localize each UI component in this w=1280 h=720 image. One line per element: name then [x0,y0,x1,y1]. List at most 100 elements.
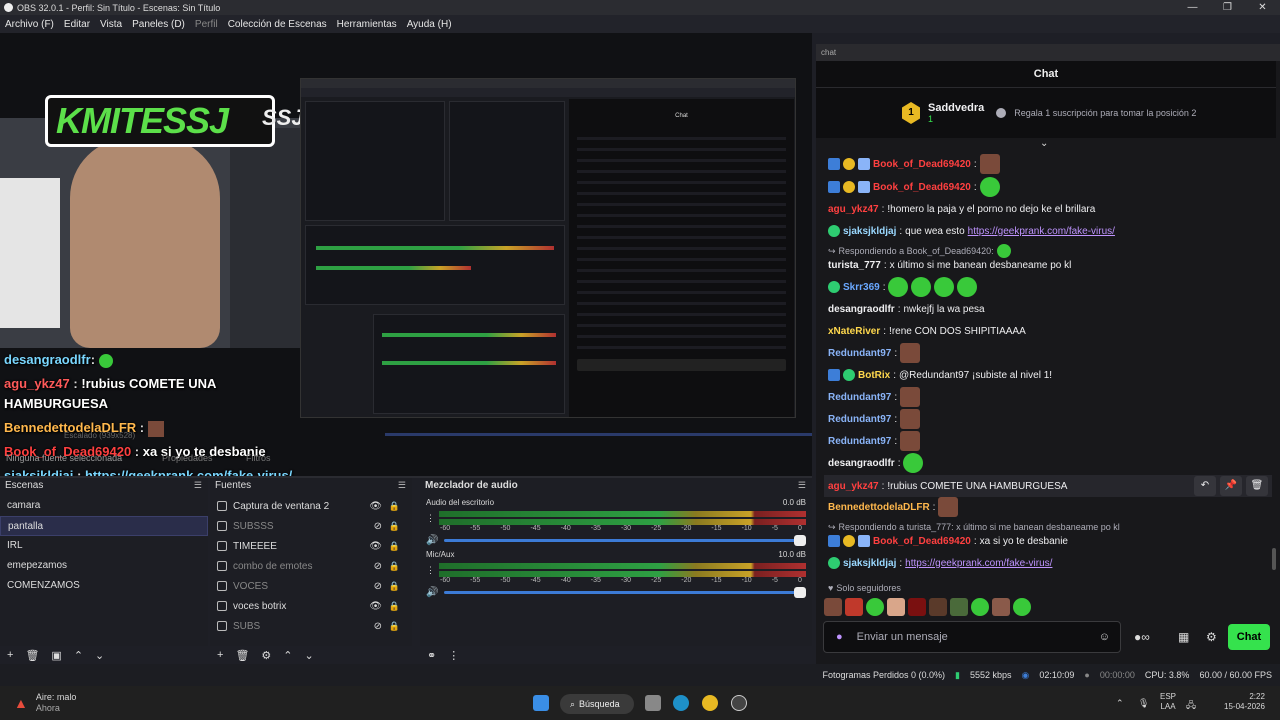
menu-paneles[interactable]: Paneles (D) [127,19,190,30]
chat-user[interactable]: xNateRiver [828,326,880,337]
add-icon[interactable]: + [7,649,13,661]
menu-herramientas[interactable]: Herramientas [332,19,402,30]
delete-icon[interactable]: 🗑 [1246,476,1268,496]
preview-canvas[interactable]: KMITESSJ SSJ Chat desangraodlfr: agu_ykz… [0,33,812,476]
chat-link[interactable]: https://geekprank.com/fake-virus/ [968,226,1115,237]
hidden-eye-icon[interactable]: ⊘ [374,581,382,592]
emote[interactable] [992,598,1010,616]
chat-message[interactable]: agu_ykz47: !homero la paja y el porno no… [828,199,1095,219]
chat-message[interactable]: Redundant97: [828,431,921,451]
close-button[interactable]: ✕ [1245,0,1280,15]
store-icon[interactable]: ▦ [1178,630,1189,644]
weather-icon[interactable]: ▲ [14,695,28,711]
chat-user[interactable]: Redundant97 [828,392,891,403]
edge-icon[interactable] [673,695,689,711]
lock-icon[interactable]: 🔒 [389,601,400,612]
chat-message[interactable]: Book_of_Dead69420: [828,154,1000,174]
chat-user[interactable]: BennedettodelaDLFR [828,502,930,513]
emote[interactable] [929,598,947,616]
dock-menu-icon[interactable]: ☰ [194,480,202,491]
chat-user[interactable]: Book_of_Dead69420 [873,182,971,193]
emoji-icon[interactable]: ☺ [1099,631,1110,643]
chat-user[interactable]: Redundant97 [828,348,891,359]
dock-menu-icon[interactable]: ☰ [398,480,406,491]
emote[interactable] [887,598,905,616]
menu-dots-icon[interactable]: ⋮ [448,649,459,662]
hidden-eye-icon[interactable]: ⊘ [374,521,382,532]
filters-button[interactable]: Filtros [246,453,271,463]
lock-icon[interactable]: 🔒 [389,621,400,632]
chat-message[interactable]: sjaksjkldjaj: que wea esto https://geekp… [828,221,1115,241]
scene-item[interactable]: IRL [0,536,208,556]
chat-message[interactable]: BennedettodelaDLFR: [828,497,959,517]
trash-icon[interactable]: 🗑 [25,649,39,662]
chat-user[interactable]: desangraodlfr [828,304,895,315]
visibility-eye-icon[interactable]: 👁 [369,601,382,612]
chat-message[interactable]: Redundant97: [828,409,921,429]
scene-item[interactable]: emepezamos [0,556,208,576]
scene-item-selected[interactable]: pantalla [0,516,208,536]
menu-ayuda[interactable]: Ayuda (H) [402,19,457,30]
weather-text[interactable]: Aire: malo [36,692,77,703]
mic-tray-icon[interactable]: 🎙 [1138,698,1149,709]
emote[interactable] [971,598,989,616]
emote[interactable] [824,598,842,616]
emote[interactable] [950,598,968,616]
language-indicator[interactable]: ESP LAA [1160,692,1176,712]
speaker-icon[interactable]: 🔊 [426,535,438,546]
chat-message[interactable]: Skrr369: [828,277,978,297]
emote[interactable] [845,598,863,616]
hidden-eye-icon[interactable]: ⊘ [374,561,382,572]
points-icon[interactable]: ●∞ [1134,630,1150,644]
lock-icon[interactable]: 🔒 [389,501,400,512]
dock-menu-icon[interactable]: ☰ [798,480,806,491]
taskbar-search[interactable]: ⌕ Búsqueda [560,694,634,714]
chat-send-button[interactable]: Chat [1228,624,1270,650]
chat-link[interactable]: https://geekprank.com/fake-virus/ [905,558,1052,569]
visibility-eye-icon[interactable]: 👁 [369,501,382,512]
source-item[interactable]: SUBS ⊘ 🔒 [210,616,412,636]
chat-message[interactable]: Book_of_Dead69420: xa si yo te desbanie [828,531,1068,551]
gift-text[interactable]: Regala 1 suscripción para tomar la posic… [1014,108,1196,118]
task-view-icon[interactable] [645,695,661,711]
mic-icon[interactable]: ● [836,631,843,643]
emote[interactable] [866,598,884,616]
menu-archivo[interactable]: Archivo (F) [0,19,59,30]
add-icon[interactable]: + [217,649,223,661]
expand-chevron-icon[interactable]: ⌄ [1040,138,1048,149]
chat-message[interactable]: Book_of_Dead69420: [828,177,1000,197]
chat-user[interactable]: Skrr369 [843,282,880,293]
gear-icon[interactable]: ⚙ [261,649,271,662]
source-item[interactable]: Captura de ventana 2 👁 🔒 [210,496,412,516]
chat-user[interactable]: agu_ykz47 [828,204,879,215]
down-icon[interactable]: ⌄ [95,649,104,662]
chat-message[interactable]: BotRix: @Redundant97 ¡subiste al nivel 1… [828,365,1052,385]
settings-gear-icon[interactable]: ⚙ [1206,630,1217,644]
menu-coleccion[interactable]: Colección de Escenas [223,19,332,30]
chat-scrollbar[interactable] [1272,548,1276,570]
up-icon[interactable]: ⌃ [283,649,292,662]
clock[interactable]: 2:22 15-04-2026 [1224,692,1265,712]
channel-menu-icon[interactable]: ⋮ [426,565,435,576]
chat-user[interactable]: turista_777 [828,260,881,271]
lock-icon[interactable]: 🔒 [389,521,400,532]
source-item[interactable]: SUBSSS ⊘ 🔒 [210,516,412,536]
source-item[interactable]: combo de emotes ⊘ 🔒 [210,556,412,576]
maximize-button[interactable]: ❐ [1210,0,1245,15]
chat-user[interactable]: Book_of_Dead69420 [873,536,971,547]
menu-editar[interactable]: Editar [59,19,95,30]
chat-message[interactable]: Redundant97: [828,343,921,363]
scene-item[interactable]: camara [0,496,208,516]
chat-message[interactable]: agu_ykz47: !rubius COMETE UNA HAMBURGUES… [828,476,1067,496]
emote[interactable] [1013,598,1031,616]
properties-button[interactable]: Propiedades [162,453,213,463]
chat-user[interactable]: Book_of_Dead69420 [873,159,971,170]
tray-chevron-icon[interactable]: ⌃ [1116,698,1124,709]
trash-icon[interactable]: 🗑 [235,649,249,662]
volume-slider[interactable] [444,535,806,546]
channel-menu-icon[interactable]: ⋮ [426,513,435,524]
chat-message[interactable]: xNateRiver: !rene CON DOS SHIPITIAAAA [828,321,1026,341]
chat-input[interactable]: ● Enviar un mensaje ☺ [823,621,1121,653]
emote[interactable] [908,598,926,616]
chat-message[interactable]: desangraodlfr: [828,453,924,473]
